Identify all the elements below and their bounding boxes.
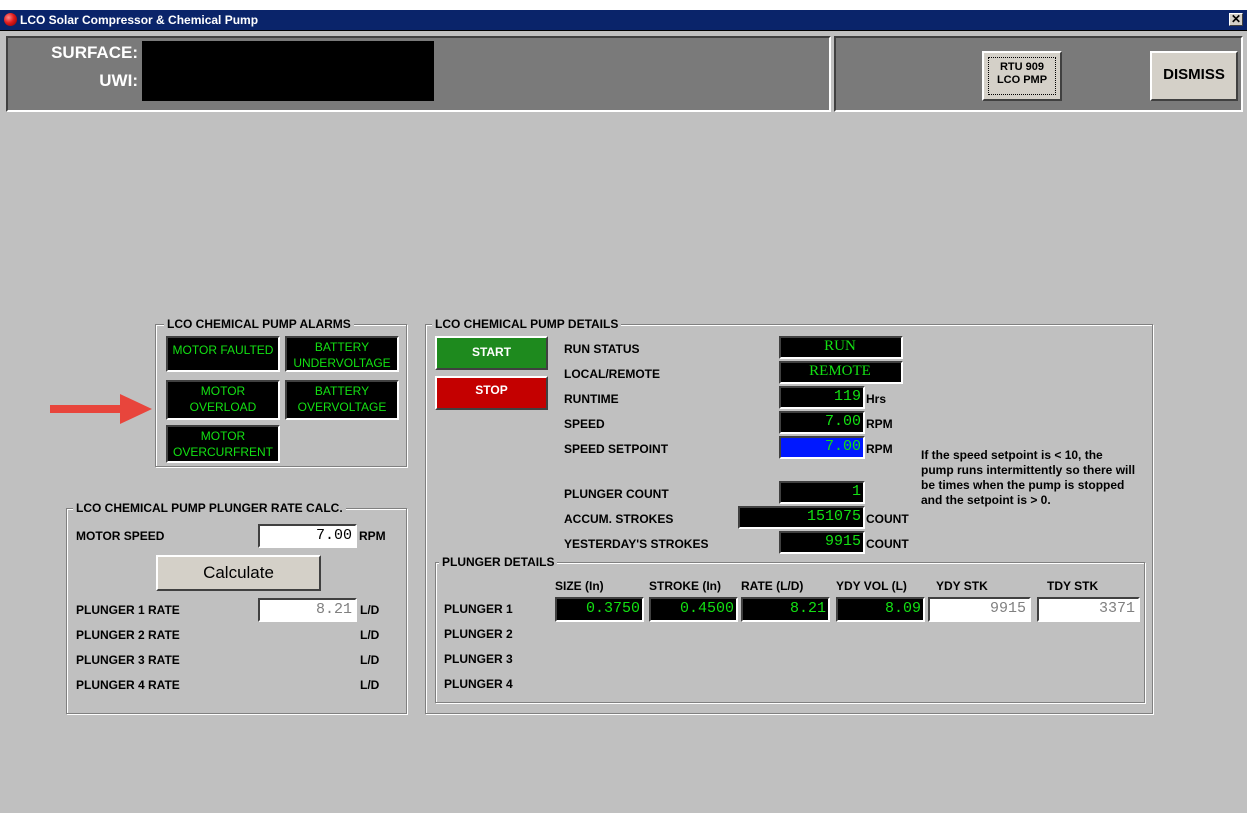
alarm-battery-overvoltage-line2: OVERVOLTAGE — [297, 400, 387, 414]
run-status-label: RUN STATUS — [564, 342, 640, 356]
alarm-motor-faulted-label: MOTOR FAULTED — [172, 343, 274, 357]
rtu-button-line2: LCO PMP — [996, 74, 1048, 86]
plunger-details-title: PLUNGER DETAILS — [439, 555, 558, 569]
uwi-label: UWI: — [99, 71, 138, 90]
alarm-battery-undervoltage: BATTERY UNDERVOLTAGE — [285, 336, 399, 372]
run-status-value: RUN — [779, 336, 903, 359]
speed-label: SPEED — [564, 417, 605, 431]
pump-details-group: LCO CHEMICAL PUMP DETAILS START STOP RUN… — [425, 317, 1153, 714]
title-bar: LCO Solar Compressor & Chemical Pump ✕ — [0, 10, 1247, 31]
alarm-battery-overvoltage-line1: BATTERY — [314, 384, 370, 398]
rtu-button[interactable]: RTU 909 LCO PMP — [982, 51, 1062, 101]
plunger2-label: PLUNGER 2 — [444, 627, 513, 641]
app-window: LCO Solar Compressor & Chemical Pump ✕ S… — [0, 10, 1247, 813]
accum-strokes-unit: COUNT — [866, 512, 909, 526]
plunger1-rate-label: PLUNGER 1 RATE — [76, 603, 180, 617]
alarms-title: LCO CHEMICAL PUMP ALARMS — [164, 317, 354, 331]
alarm-motor-overload-line2: OVERLOAD — [189, 400, 257, 414]
alarms-group: LCO CHEMICAL PUMP ALARMS MOTOR FAULTED B… — [155, 317, 407, 467]
header-well-info: SURFACE: UWI: — [6, 36, 831, 112]
plunger3-rate-unit: L/D — [360, 653, 380, 667]
plunger3-rate-label: PLUNGER 3 RATE — [76, 653, 180, 667]
runtime-label: RUNTIME — [564, 392, 619, 406]
alarm-battery-overvoltage: BATTERY OVERVOLTAGE — [285, 380, 399, 420]
local-remote-value: REMOTE — [779, 361, 903, 384]
motor-speed-label: MOTOR SPEED — [76, 529, 165, 543]
start-button[interactable]: START — [435, 336, 548, 370]
alarm-motor-overcurrent-line2: OVERCURFRENT — [172, 445, 273, 459]
runtime-unit: Hrs — [866, 392, 887, 406]
yesterday-strokes-value: 9915 — [779, 531, 865, 554]
yesterday-strokes-unit: COUNT — [866, 537, 909, 551]
col-size: SIZE (In) — [555, 579, 604, 593]
dismiss-button[interactable]: DISMISS — [1150, 51, 1238, 101]
calculate-button[interactable]: Calculate — [156, 555, 321, 591]
accum-strokes-label: ACCUM. STROKES — [564, 512, 674, 526]
rtu-button-line1: RTU 909 — [999, 61, 1045, 73]
app-icon — [4, 13, 17, 26]
plunger1-tdy-stk: 3371 — [1037, 597, 1140, 622]
plunger-count-value: 1 — [779, 481, 865, 504]
motor-speed-unit: RPM — [359, 529, 386, 543]
speed-setpoint-input[interactable]: 7.00 — [779, 436, 865, 459]
col-stroke: STROKE (In) — [649, 579, 721, 593]
plunger-count-label: PLUNGER COUNT — [564, 487, 669, 501]
plunger1-stroke: 0.4500 — [649, 597, 738, 622]
plunger3-label: PLUNGER 3 — [444, 652, 513, 666]
annotation-arrow-icon — [50, 394, 152, 424]
speed-unit: RPM — [866, 417, 893, 431]
close-button[interactable]: ✕ — [1229, 13, 1243, 26]
alarm-battery-undervoltage-line1: BATTERY — [314, 340, 370, 354]
speed-value: 7.00 — [779, 411, 865, 434]
yesterday-strokes-label: YESTERDAY'S STROKES — [564, 537, 709, 551]
runtime-value: 119 — [779, 386, 865, 409]
accum-strokes-value: 151075 — [738, 506, 865, 529]
plunger-rate-calc-group: LCO CHEMICAL PUMP PLUNGER RATE CALC. MOT… — [66, 501, 407, 714]
alarm-motor-overcurrent-line1: MOTOR — [200, 429, 246, 443]
surface-label: SURFACE: — [51, 43, 138, 62]
plunger2-rate-unit: L/D — [360, 628, 380, 642]
plunger1-size: 0.3750 — [555, 597, 644, 622]
alarm-motor-overcurrent: MOTOR OVERCURFRENT — [166, 425, 280, 463]
rtu-button-focus: RTU 909 LCO PMP — [988, 57, 1056, 95]
plunger-details-group: PLUNGER DETAILS SIZE (In) STROKE (In) RA… — [435, 555, 1145, 703]
col-rate: RATE (L/D) — [741, 579, 804, 593]
plunger4-rate-unit: L/D — [360, 678, 380, 692]
plunger2-rate-label: PLUNGER 2 RATE — [76, 628, 180, 642]
redacted-well-id — [142, 41, 434, 101]
alarm-motor-overload: MOTOR OVERLOAD — [166, 380, 280, 420]
stop-button[interactable]: STOP — [435, 376, 548, 410]
motor-speed-input[interactable]: 7.00 — [258, 524, 357, 548]
plunger1-rate-value: 8.21 — [258, 598, 357, 622]
plunger1-ydy-vol: 8.09 — [836, 597, 925, 622]
alarm-motor-overload-line1: MOTOR — [200, 384, 246, 398]
window-title: LCO Solar Compressor & Chemical Pump — [20, 13, 259, 27]
local-remote-label: LOCAL/REMOTE — [564, 367, 660, 381]
calc-title: LCO CHEMICAL PUMP PLUNGER RATE CALC. — [73, 501, 346, 515]
plunger1-rate: 8.21 — [741, 597, 830, 622]
alarm-motor-faulted: MOTOR FAULTED — [166, 336, 280, 372]
plunger1-label: PLUNGER 1 — [444, 602, 513, 616]
header-actions: RTU 909 LCO PMP DISMISS — [834, 36, 1243, 112]
plunger4-rate-label: PLUNGER 4 RATE — [76, 678, 180, 692]
plunger1-ydy-stk: 9915 — [928, 597, 1031, 622]
col-ydy-vol: YDY VOL (L) — [836, 579, 907, 593]
plunger4-label: PLUNGER 4 — [444, 677, 513, 691]
col-tdy-stk: TDY STK — [1047, 579, 1099, 593]
setpoint-note: If the speed setpoint is < 10, the pump … — [921, 448, 1136, 507]
speed-setpoint-label: SPEED SETPOINT — [564, 442, 669, 456]
speed-setpoint-unit: RPM — [866, 442, 893, 456]
plunger1-rate-unit: L/D — [360, 603, 380, 617]
col-ydy-stk: YDY STK — [936, 579, 988, 593]
details-title: LCO CHEMICAL PUMP DETAILS — [432, 317, 622, 331]
alarm-battery-undervoltage-line2: UNDERVOLTAGE — [293, 356, 391, 370]
